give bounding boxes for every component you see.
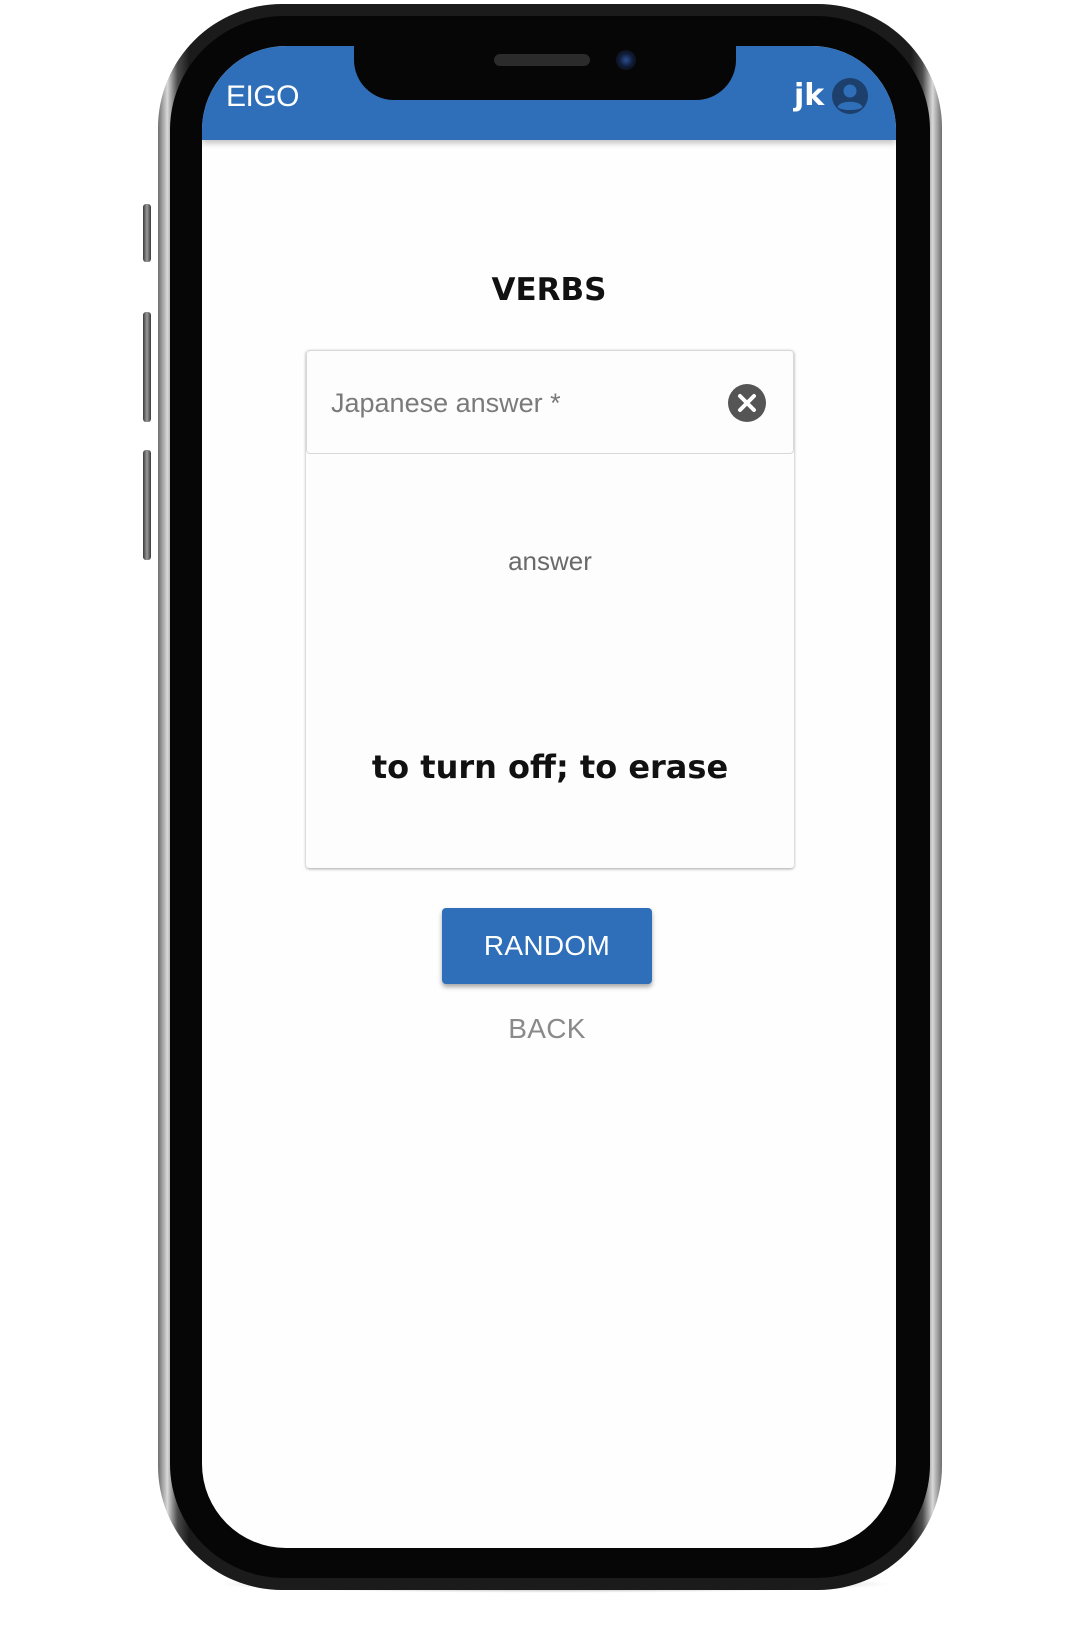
device-mockup: EIGO jk VERBS Japanese answer * answer t… [0,0,1076,1628]
volume-up-button [143,312,151,422]
japanese-answer-input[interactable] [331,379,711,427]
back-button[interactable]: BACK [472,1006,622,1052]
front-camera [616,50,636,70]
speaker-grille [494,54,590,66]
quiz-card: answer to turn off; to erase [306,350,794,868]
close-circle-icon[interactable] [727,383,767,423]
page-title: VERBS [491,272,607,308]
english-meaning: to turn off; to erase [371,748,729,786]
phone-screen: EIGO jk VERBS Japanese answer * answer t… [202,46,896,1548]
random-button[interactable]: RANDOM [442,908,652,984]
volume-down-button [143,450,151,560]
silent-switch [143,204,151,262]
phone-notch [354,38,736,100]
account-circle-icon[interactable] [830,76,870,116]
app-title[interactable]: EIGO [226,80,300,114]
answer-field [306,350,794,454]
hint-label: answer [508,546,592,576]
user-initials: jk [794,78,825,113]
